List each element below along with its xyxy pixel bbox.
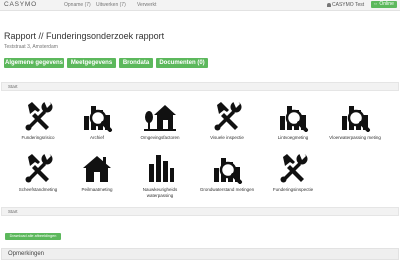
tools-icon [25, 101, 53, 131]
bar-magnifier-icon [82, 104, 112, 132]
bar-magnifier-icon [340, 104, 370, 132]
tile-label: Scheefstandmeting [18, 187, 58, 192]
nav-link-uitwerken[interactable]: Uitwerken (7) [96, 2, 126, 8]
tools-icon [280, 153, 308, 183]
house-tree-icon [144, 105, 176, 131]
page-address: Teststraat 3, Amsterdam [4, 44, 58, 50]
bar-magnifier-icon [278, 104, 308, 132]
remarks-title: Opmerkingen [8, 251, 45, 257]
page-title: Rapport // Funderingsonderzoek rapport [4, 31, 165, 41]
tile-label: Vloerwaterpassing meting [329, 135, 381, 140]
tile-label: Nauwkeurigheids waterpassing [142, 187, 178, 198]
user-icon [327, 2, 331, 7]
tab-brondata[interactable]: Brondata [119, 58, 153, 68]
tile-label: Archief [89, 135, 104, 140]
tile-label: Grondwaterstand metingen [199, 187, 255, 192]
tab-algemene-gegevens[interactable]: Algemene gegevens [4, 58, 64, 68]
section-title: Start [8, 84, 18, 89]
tile-vloerwaterpassing-meting[interactable]: Vloerwaterpassing meting [325, 100, 385, 152]
user-name: CASYMO Test [332, 2, 365, 8]
download-all-images-button[interactable]: Download alle afbeeldingen [5, 233, 61, 240]
user-menu[interactable]: CASYMO Test [327, 2, 364, 8]
section-title: Start [8, 209, 18, 214]
tab-documenten[interactable]: Documenten (0) [156, 58, 208, 68]
remarks-panel-header[interactable]: Opmerkingen [1, 248, 399, 260]
tile-label: Omgevingsfactoren [140, 135, 180, 140]
nav-link-verwerkt[interactable]: Verwerkt [137, 2, 156, 8]
start-section-header: Start [1, 82, 399, 91]
tile-nauwkeurigheids-waterpassing[interactable]: Nauwkeurigheids waterpassing [130, 152, 190, 204]
tab-meetgegevens[interactable]: Meetgegevens [67, 58, 116, 68]
tile-lintvoegmeting[interactable]: Lintvoegmeting [263, 100, 323, 152]
tile-label: Visuele inspectie [210, 135, 244, 140]
top-navbar: CASYMO Opname (7) Uitwerken (7) Verwerkt… [0, 0, 400, 11]
tile-archief[interactable]: Archief [67, 100, 127, 152]
tile-visuele-inspectie[interactable]: Visuele inspectie [197, 100, 257, 152]
brand-logo[interactable]: CASYMO [4, 1, 37, 8]
nav-link-opname[interactable]: Opname (7) [64, 2, 91, 8]
online-status-badge: ⇔ Online [371, 1, 397, 8]
tile-grondwaterstand-metingen[interactable]: Grondwaterstand metingen [197, 152, 257, 204]
tile-funderingsrisico[interactable]: Funderingsrisico [8, 100, 68, 152]
tile-funderingsinspectie[interactable]: Funderingsinspectie [263, 152, 323, 204]
tools-icon [25, 153, 53, 183]
tile-omgevingsfactoren[interactable]: Omgevingsfactoren [130, 100, 190, 152]
tile-peilmaatmeting[interactable]: Peilmaatmeting [67, 152, 127, 204]
tile-label: Lintvoegmeting [277, 135, 309, 140]
tools-icon [214, 101, 242, 131]
house-icon [83, 156, 111, 182]
tile-label: Peilmaatmeting [81, 187, 113, 192]
tile-scheefstandmeting[interactable]: Scheefstandmeting [8, 152, 68, 204]
status-label: Online [379, 1, 394, 7]
tile-label: Funderingsinspectie [272, 187, 314, 192]
start-section-footer: Start [1, 207, 399, 216]
bar-chart-icon [149, 155, 174, 182]
tile-label: Funderingsrisico [21, 135, 55, 140]
bar-magnifier-icon [212, 156, 242, 184]
